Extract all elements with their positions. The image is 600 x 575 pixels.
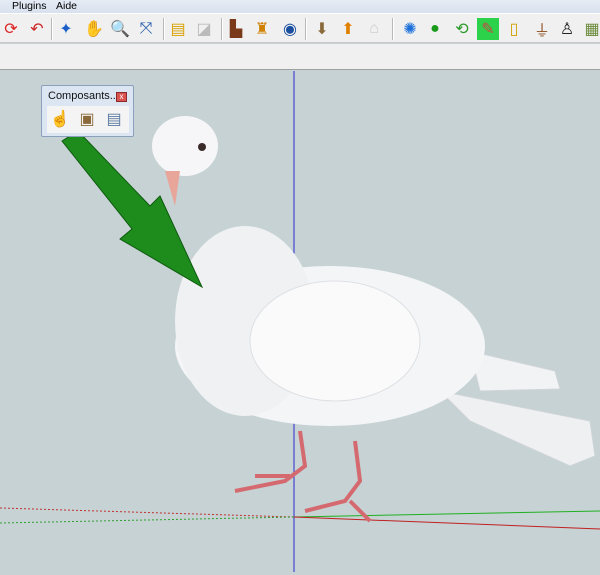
pigeon-image: [152, 116, 596, 523]
paint-icon[interactable]: ✎: [477, 18, 499, 40]
separator: [163, 18, 165, 40]
photo-textures-icon[interactable]: ✺: [399, 18, 421, 40]
export-icon[interactable]: ◪: [193, 18, 215, 40]
rotate-icon[interactable]: ⟲: [451, 18, 473, 40]
components-icon[interactable]: ▦: [581, 18, 600, 40]
hand-icon[interactable]: ☝: [49, 109, 71, 131]
menu-bar: Plugins Aide: [0, 0, 600, 13]
get-models-icon[interactable]: ⬇: [311, 18, 333, 40]
lamp-icon[interactable]: ⏚: [531, 18, 553, 40]
share-component-icon[interactable]: ⌂: [363, 18, 385, 40]
sphere-icon[interactable]: ●: [424, 18, 446, 40]
panel-title: Composants...: [48, 90, 119, 102]
green-axis: [293, 510, 600, 518]
zoom-extents-icon[interactable]: ⤧: [135, 18, 157, 40]
components-panel: Composants... x ☝ ▣ ▤: [41, 85, 134, 137]
pan-icon[interactable]: ✋: [83, 18, 105, 40]
component-icon[interactable]: ▣: [76, 109, 98, 131]
drawing-viewport[interactable]: [0, 71, 600, 572]
refresh-icon[interactable]: ⟳: [0, 18, 22, 40]
brush-icon[interactable]: ♙: [556, 18, 578, 40]
menu-plugins[interactable]: Plugins: [12, 0, 46, 12]
separator: [51, 18, 53, 40]
zoom-icon[interactable]: 🔍: [109, 18, 131, 40]
panel-tools: ☝ ▣ ▤: [47, 106, 129, 133]
scene: [0, 71, 600, 572]
green-axis-dotted: [0, 516, 295, 524]
separator: [305, 18, 307, 40]
menu-aide[interactable]: Aide: [56, 0, 77, 12]
terrain-icon[interactable]: ▙: [225, 18, 247, 40]
component-browser-icon[interactable]: ▤: [103, 109, 125, 131]
walk-back-icon[interactable]: ↶: [26, 18, 48, 40]
separator: [392, 18, 394, 40]
google-earth-icon[interactable]: ◉: [279, 18, 301, 40]
separator: [221, 18, 223, 40]
close-button[interactable]: x: [116, 92, 127, 102]
import-icon[interactable]: ▤: [167, 18, 189, 40]
toolbar: ⟳ ↶ ✦ ✋ 🔍 ⤧ ▤ ◪ ▙ ♜ ◉ ⬇ ⬆ ⌂ ✺ ● ⟲ ✎ ▯ ⏚ …: [0, 13, 600, 43]
red-axis: [293, 516, 600, 530]
toolbar-area: [0, 44, 600, 70]
red-axis-dotted: [0, 507, 295, 518]
share-model-icon[interactable]: ⬆: [337, 18, 359, 40]
clipboard-icon[interactable]: ▯: [503, 18, 525, 40]
orbit-icon[interactable]: ✦: [55, 18, 77, 40]
place-model-icon[interactable]: ♜: [251, 18, 273, 40]
